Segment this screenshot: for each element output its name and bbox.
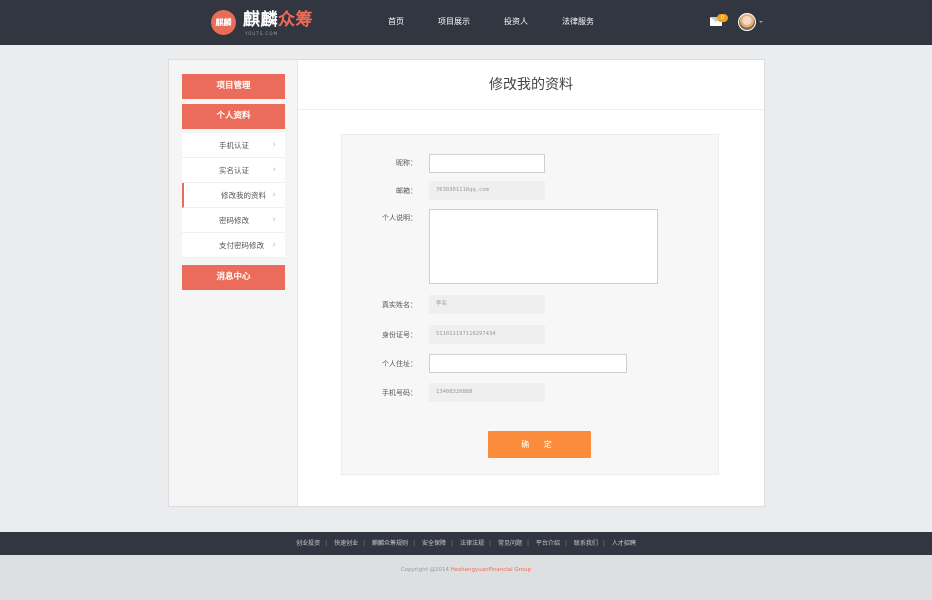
copyright-brand: HeshengyuanFinancial Group <box>450 567 532 573</box>
realname-field: 李名 <box>429 295 545 314</box>
footer-link[interactable]: 创业投资 <box>296 540 320 547</box>
nav-legal[interactable]: 法律服务 <box>562 0 594 45</box>
footer-divider: | <box>413 540 416 547</box>
chevron-down-icon[interactable] <box>759 21 763 23</box>
nickname-field[interactable] <box>429 154 545 173</box>
sidebar-item-label: 支付密码修改 <box>219 241 264 250</box>
footer-link[interactable]: 法律法规 <box>460 540 484 547</box>
email-field: 7630301118qq.com <box>429 181 545 200</box>
footer-divider: | <box>363 540 366 547</box>
bio-label: 个人说明： <box>382 214 417 222</box>
sidebar-item-label: 密码修改 <box>219 216 249 225</box>
chevron-right-icon: › <box>272 215 276 225</box>
footer-divider: | <box>325 540 328 547</box>
footer-link[interactable]: 快速创业 <box>334 540 358 547</box>
copyright: Copyright @2014 HeshengyuanFinancial Gro… <box>0 555 932 600</box>
logo-text-accent: 众筹 <box>278 10 313 30</box>
footer-links: 创业投资 | 快速创业 | 麒麟众筹规则 | 安全保障 | 法律法规 | 常见问题 | 平台… <box>0 532 932 555</box>
footer-link[interactable]: 安全保障 <box>422 540 446 547</box>
footer-divider: | <box>489 540 492 547</box>
sidebar-item-label: 手机认证 <box>219 141 249 150</box>
realname-label: 真实姓名： <box>382 301 417 309</box>
footer-link[interactable]: 人才招聘 <box>612 540 636 547</box>
sidebar-item-project-management[interactable]: 项目管理 <box>182 74 285 99</box>
footer-divider: | <box>451 540 454 547</box>
chevron-right-icon: › <box>272 140 276 150</box>
logo-text: 麒麟众筹 <box>243 10 313 30</box>
idcard-label: 身份证号： <box>382 331 417 339</box>
sidebar-item-phone-verify[interactable]: 手机认证 › <box>182 133 285 158</box>
logo[interactable]: 麒麟 麒麟众筹 YOUTS.COM <box>211 10 313 38</box>
footer-divider: | <box>526 540 529 547</box>
nav-projects[interactable]: 项目展示 <box>438 0 470 45</box>
sidebar-item-change-pay-password[interactable]: 支付密码修改 › <box>182 233 285 258</box>
logo-text-main: 麒麟 <box>243 10 278 30</box>
bio-textarea[interactable] <box>429 209 658 284</box>
logo-subtitle: YOUTS.COM <box>245 31 278 36</box>
nav-investors[interactable]: 投资人 <box>504 0 528 45</box>
footer-divider: | <box>602 540 605 547</box>
sidebar-item-edit-profile[interactable]: 修改我的资料 › <box>182 183 285 208</box>
sidebar-item-profile[interactable]: 个人资料 <box>182 104 285 129</box>
chevron-right-icon: › <box>272 190 276 200</box>
mail-count-badge: 0 <box>717 14 728 22</box>
sidebar-item-message-center[interactable]: 消息中心 <box>182 265 285 290</box>
user-avatar[interactable] <box>738 13 756 31</box>
sidebar-item-label: 实名认证 <box>219 166 249 175</box>
footer-divider: | <box>564 540 567 547</box>
address-label: 个人住址： <box>382 360 417 368</box>
chevron-right-icon: › <box>272 165 276 175</box>
footer-link[interactable]: 常见问题 <box>498 540 522 547</box>
phone-label: 手机号码： <box>382 389 417 397</box>
phone-field: 13408320888 <box>429 383 545 402</box>
email-label: 邮箱： <box>396 187 417 195</box>
footer-link[interactable]: 麒麟众筹规则 <box>372 540 408 547</box>
page-title: 修改我的资料 <box>298 60 764 110</box>
nickname-label: 昵称： <box>396 159 417 167</box>
chevron-right-icon: › <box>272 240 276 250</box>
sidebar-item-realname-verify[interactable]: 实名认证 › <box>182 158 285 183</box>
nav-home[interactable]: 首页 <box>388 0 404 45</box>
sidebar-item-change-password[interactable]: 密码修改 › <box>182 208 285 233</box>
sidebar-item-label: 修改我的资料 <box>221 191 266 200</box>
footer-link[interactable]: 平台介绍 <box>536 540 560 547</box>
idcard-field: 511011197110297434 <box>429 325 545 344</box>
footer-link[interactable]: 联系我们 <box>574 540 598 547</box>
submit-button[interactable]: 确 定 <box>488 431 591 458</box>
address-field[interactable] <box>429 354 627 373</box>
top-header: 麒麟 麒麟众筹 YOUTS.COM 首页 项目展示 投资人 法律服务 0 <box>0 0 932 45</box>
copyright-prefix: Copyright @2014 <box>400 567 449 573</box>
logo-mark-icon: 麒麟 <box>211 10 236 35</box>
